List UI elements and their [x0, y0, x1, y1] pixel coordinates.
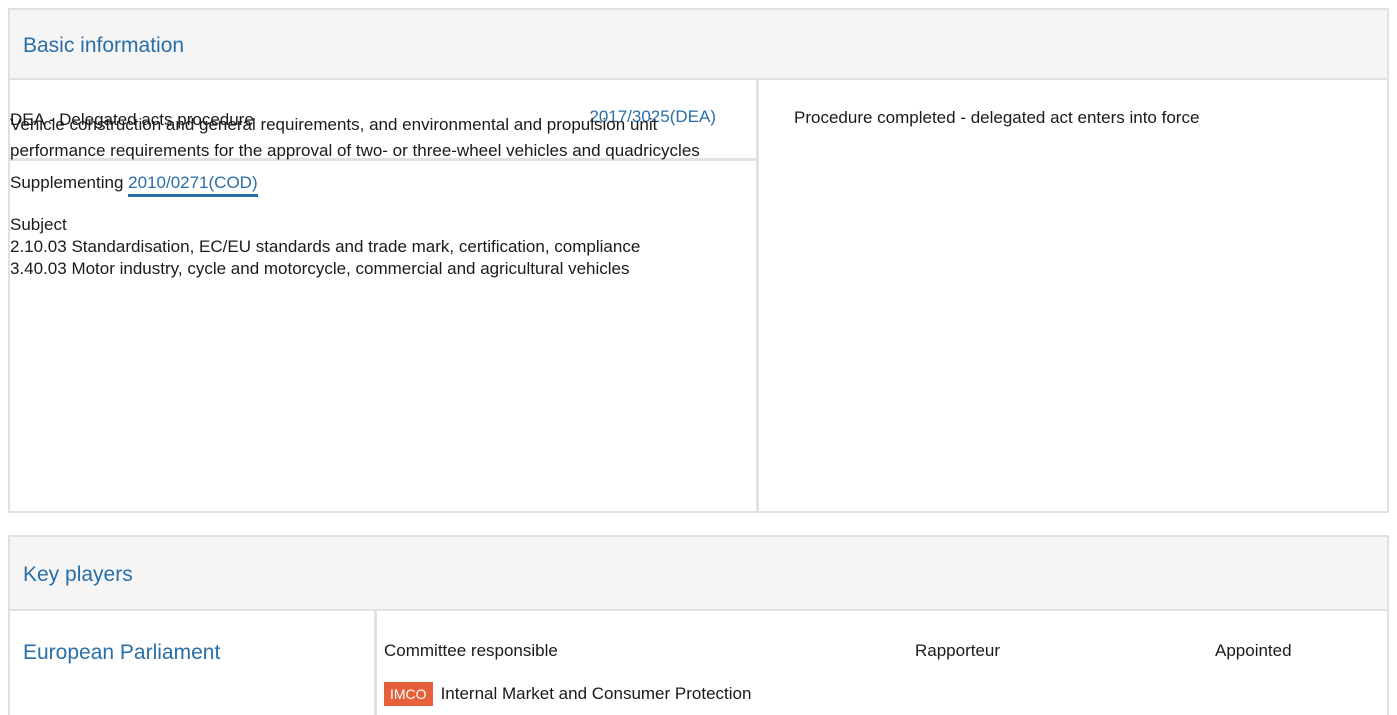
basic-information-title: Basic information: [23, 34, 185, 57]
institution-link[interactable]: European Parliament: [23, 641, 220, 665]
committee-responsible-header: Committee responsible: [384, 641, 558, 660]
committee-name: Internal Market and Consumer Protection: [440, 684, 752, 703]
key-players-panel: Key players European Parliament Committe…: [8, 535, 1389, 715]
subject-block: Subject 2.10.03 Standardisation, EC/EU s…: [10, 214, 750, 280]
supplementing-link[interactable]: 2010/0271(COD): [128, 173, 258, 197]
basic-information-panel: Basic information DEA - Delegated acts p…: [8, 8, 1389, 513]
supplementing-line: Supplementing 2010/0271(COD): [10, 170, 750, 197]
key-players-header: Key players: [10, 537, 1387, 611]
subject-item: 2.10.03 Standardisation, EC/EU standards…: [10, 237, 641, 256]
institution-column: European Parliament: [10, 611, 377, 715]
appointed-header: Appointed: [1215, 641, 1292, 660]
key-players-title: Key players: [23, 563, 133, 586]
subject-item: 3.40.03 Motor industry, cycle and motorc…: [10, 259, 630, 278]
procedure-description: Vehicle construction and general require…: [10, 115, 700, 160]
committee-row: IMCO Internal Market and Consumer Protec…: [384, 682, 751, 706]
subject-heading: Subject: [10, 215, 67, 234]
procedure-description-block: Vehicle construction and general require…: [10, 112, 750, 280]
basic-information-header: Basic information: [10, 10, 1387, 80]
supplementing-label: Supplementing: [10, 173, 124, 192]
rapporteur-header: Rapporteur: [915, 641, 1001, 660]
committee-badge[interactable]: IMCO: [384, 682, 433, 706]
procedure-status: Procedure completed - delegated act ente…: [794, 108, 1200, 127]
